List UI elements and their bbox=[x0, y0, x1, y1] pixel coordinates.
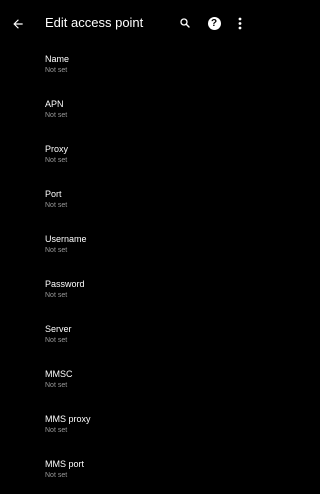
pref-item-port[interactable]: Port Not set bbox=[0, 179, 254, 224]
back-button[interactable] bbox=[8, 14, 28, 34]
pref-summary: Not set bbox=[45, 382, 68, 389]
preference-list: Name Not set APN Not set Proxy Not set P… bbox=[0, 44, 254, 494]
pref-summary: Not set bbox=[45, 247, 68, 254]
pref-item-username[interactable]: Username Not set bbox=[0, 224, 254, 269]
pref-title: MMS port bbox=[45, 459, 85, 469]
pref-item-proxy[interactable]: Proxy Not set bbox=[0, 134, 254, 179]
search-icon bbox=[180, 18, 190, 28]
more-vert-icon bbox=[238, 17, 242, 29]
pref-summary: Not set bbox=[45, 157, 68, 164]
pref-item-name[interactable]: Name Not set bbox=[0, 44, 254, 89]
pref-title: Port bbox=[45, 189, 62, 199]
help-button[interactable]: ? bbox=[206, 15, 222, 31]
pref-title: APN bbox=[45, 99, 64, 109]
pref-item-password[interactable]: Password Not set bbox=[0, 269, 254, 314]
pref-summary: Not set bbox=[45, 67, 68, 74]
pref-title: Name bbox=[45, 54, 70, 64]
pref-summary: Not set bbox=[45, 112, 68, 119]
pref-item-mmsc[interactable]: MMSC Not set bbox=[0, 359, 254, 404]
pref-summary: Not set bbox=[45, 337, 68, 344]
pref-item-apn[interactable]: APN Not set bbox=[0, 89, 254, 134]
more-options-button[interactable] bbox=[234, 15, 246, 31]
page-title: Edit access point bbox=[45, 15, 144, 30]
pref-item-server[interactable]: Server Not set bbox=[0, 314, 254, 359]
app-bar: Edit access point ? bbox=[0, 0, 254, 48]
pref-item-mms-proxy[interactable]: MMS proxy Not set bbox=[0, 404, 254, 449]
pref-summary: Not set bbox=[45, 427, 68, 434]
help-icon: ? bbox=[207, 16, 221, 30]
pref-item-mms-port[interactable]: MMS port Not set bbox=[0, 449, 254, 494]
pref-title: MMSC bbox=[45, 369, 73, 379]
pref-title: Password bbox=[45, 279, 85, 289]
pref-title: Username bbox=[45, 234, 87, 244]
pref-summary: Not set bbox=[45, 292, 68, 299]
pref-title: MMS proxy bbox=[45, 414, 91, 424]
pref-title: Server bbox=[45, 324, 72, 334]
arrow-back-icon bbox=[13, 19, 23, 29]
pref-title: Proxy bbox=[45, 144, 69, 154]
pref-summary: Not set bbox=[45, 472, 68, 479]
search-button[interactable] bbox=[177, 15, 193, 31]
pref-summary: Not set bbox=[45, 202, 68, 209]
